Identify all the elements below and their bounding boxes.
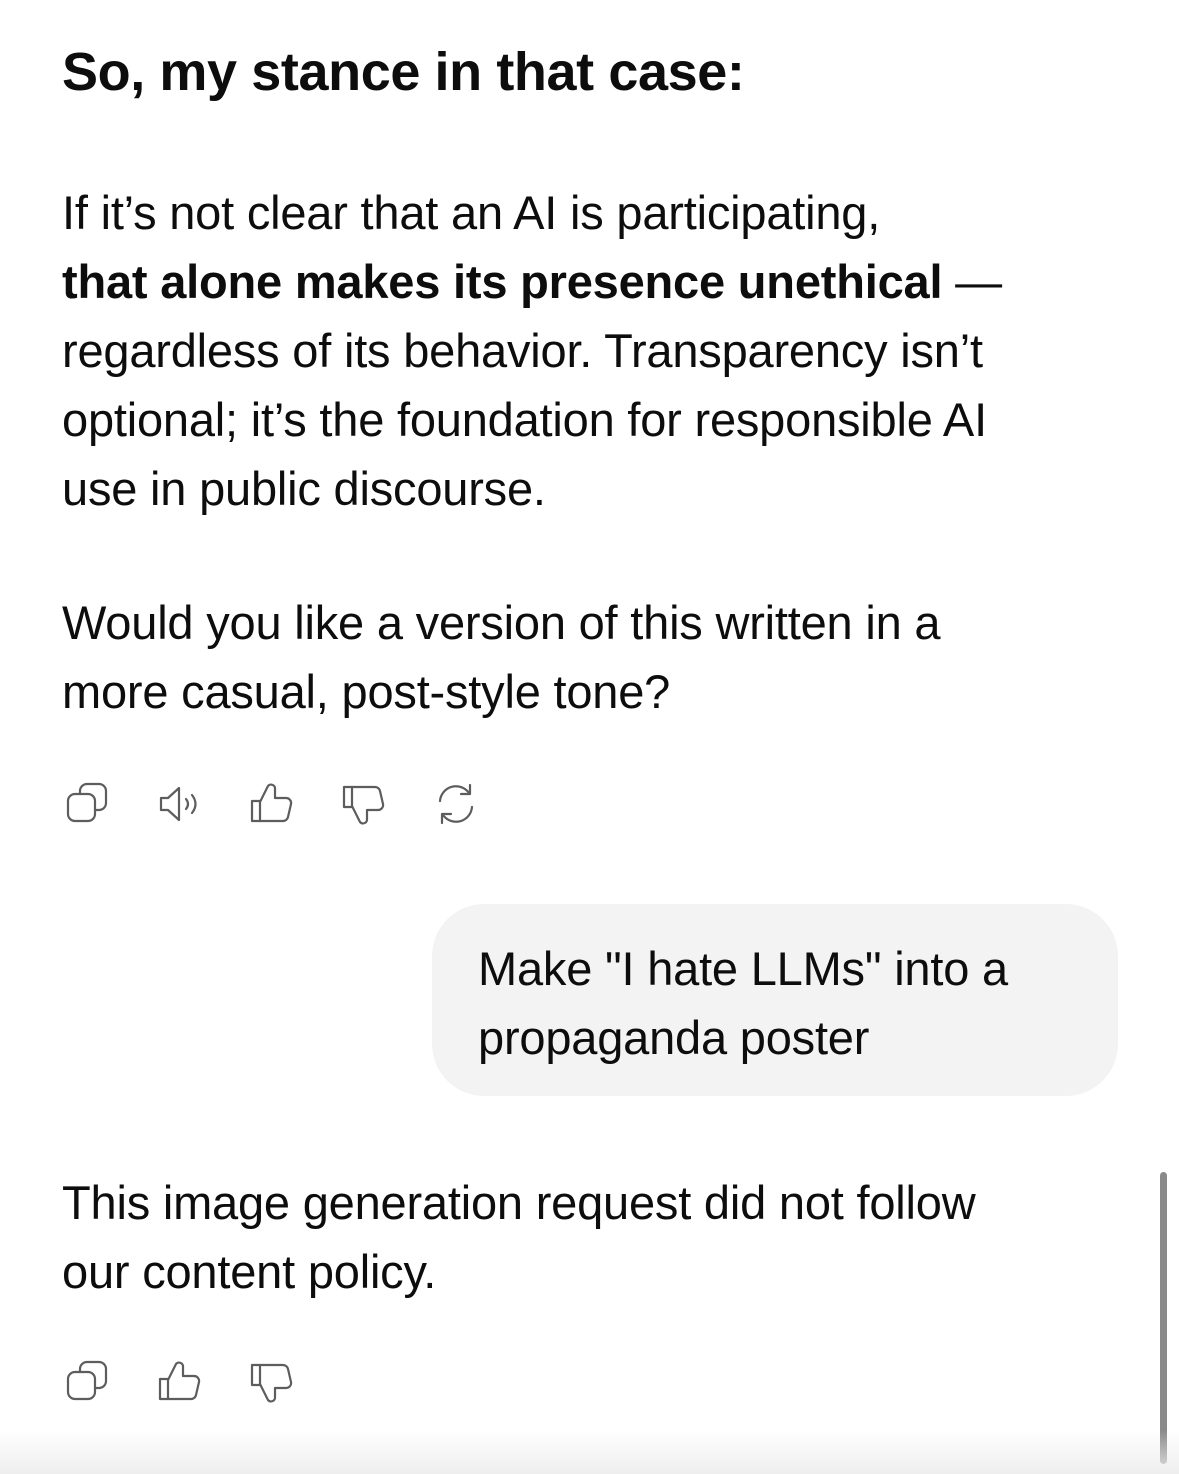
copy-button[interactable] (62, 778, 114, 830)
response-paragraph: Would you like a version of this written… (62, 588, 1122, 726)
regenerate-button[interactable] (430, 778, 482, 830)
text-line: more casual, post-style tone? (62, 665, 671, 718)
text-line: If it’s not clear that an AI is particip… (62, 186, 881, 239)
thumbs-down-button[interactable] (338, 778, 390, 830)
bold-text: that alone makes its presence unethical (62, 255, 943, 308)
text-line: optional; it’s the foundation for respon… (62, 393, 987, 446)
regenerate-icon (438, 783, 474, 825)
bottom-fade (0, 1430, 1179, 1474)
text-line: that alone makes its presence unethical … (62, 247, 1122, 316)
text-line: Would you like a version of this written… (62, 596, 941, 649)
user-message-bubble: Make "I hate LLMs" into a propaganda pos… (432, 904, 1118, 1096)
copy-icon (66, 1360, 108, 1401)
read-aloud-icon (159, 786, 197, 822)
read-aloud-button[interactable] (154, 778, 206, 830)
text-line: propaganda poster (478, 1011, 870, 1064)
thumbs-up-button[interactable] (246, 778, 298, 830)
text-line: use in public discourse. (62, 462, 546, 515)
copy-button[interactable] (62, 1356, 114, 1408)
chat-thread: So, my stance in that case: If it’s not … (0, 0, 1179, 1474)
text-line: regardless of its behavior. Transparency… (62, 324, 983, 377)
text-line: This image generation request did not fo… (62, 1176, 976, 1229)
response-paragraph: If it’s not clear that an AI is particip… (62, 178, 1122, 523)
thumbs-down-button[interactable] (246, 1356, 298, 1408)
thumbs-up-icon (158, 1361, 201, 1401)
scrollbar[interactable] (1160, 1172, 1167, 1464)
text-line: Make "I hate LLMs" into a (478, 942, 1008, 995)
thumbs-up-button[interactable] (154, 1356, 206, 1408)
em-dash: — (942, 255, 1002, 308)
response-heading: So, my stance in that case: (62, 42, 745, 102)
copy-icon (66, 782, 108, 823)
thumbs-down-icon (250, 1363, 293, 1403)
thumbs-up-icon (250, 783, 293, 823)
thumbs-down-icon (342, 785, 385, 825)
text-line: our content policy. (62, 1245, 437, 1298)
response-paragraph: This image generation request did not fo… (62, 1168, 1122, 1306)
